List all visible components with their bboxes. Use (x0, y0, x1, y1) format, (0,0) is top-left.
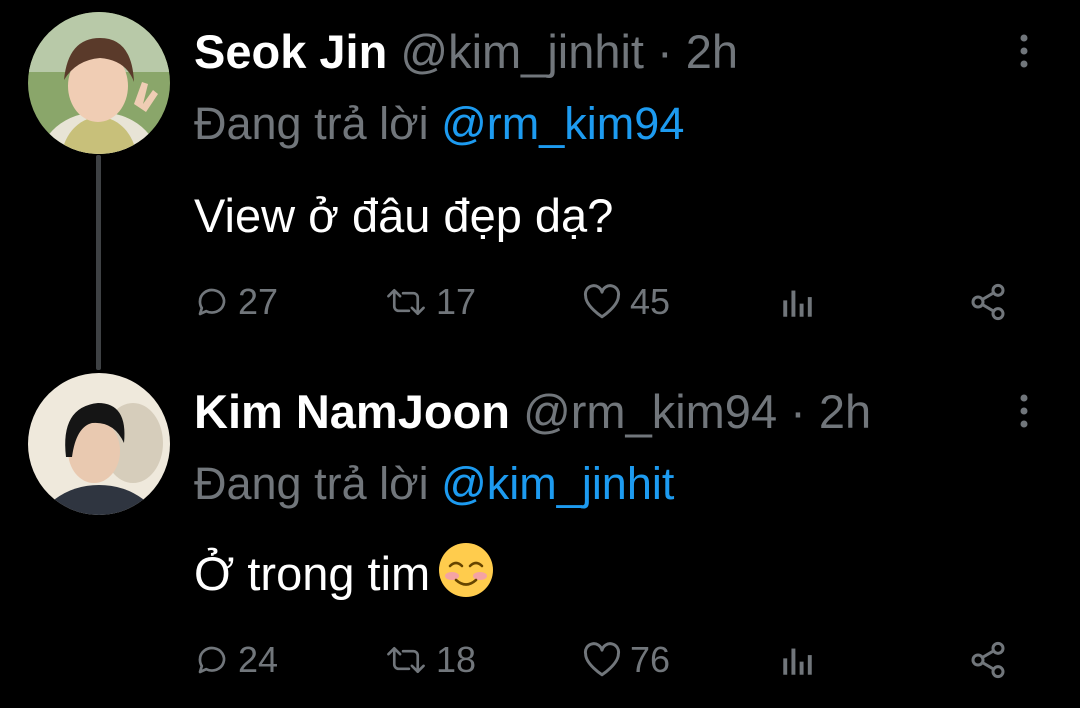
tweet-header: Kim NamJoon @rm_kim94 · 2h (194, 384, 1004, 440)
user-handle[interactable]: @kim_jinhit (400, 25, 644, 78)
display-name[interactable]: Seok Jin (194, 25, 387, 78)
like-icon (583, 642, 621, 677)
reply-icon (198, 288, 226, 316)
user-handle[interactable]: @rm_kim94 (523, 385, 777, 438)
views-button[interactable] (778, 278, 826, 326)
timestamp[interactable]: 2h (819, 385, 871, 438)
avatar[interactable] (28, 373, 170, 515)
views-icon (783, 290, 812, 317)
tweet-text-body: Ở trong tim (194, 547, 431, 600)
views-icon (783, 648, 812, 675)
mention-link[interactable]: @kim_jinhit (441, 458, 674, 509)
replying-to-label: Đang trả lời (194, 98, 429, 149)
like-button[interactable]: 76 (582, 636, 670, 684)
more-options-button[interactable] (1012, 32, 1036, 72)
like-button[interactable]: 45 (582, 278, 670, 326)
mention-link[interactable]: @rm_kim94 (441, 98, 684, 149)
views-button[interactable] (778, 636, 826, 684)
separator-dot: · (657, 25, 673, 78)
reply-button[interactable]: 24 (194, 636, 278, 684)
tweet-kim-namjoon[interactable]: Kim NamJoon @rm_kim94 · 2h Đang trả lời … (0, 360, 1080, 708)
timestamp[interactable]: 2h (686, 25, 738, 78)
more-options-button[interactable] (1012, 392, 1036, 432)
avatar[interactable] (28, 12, 170, 154)
share-icon (971, 641, 1005, 679)
tweet-header: Seok Jin @kim_jinhit · 2h (194, 24, 1004, 80)
replying-to-label: Đang trả lời (194, 458, 429, 509)
more-vertical-icon (1020, 34, 1028, 68)
replying-to: Đang trả lời @rm_kim94 (194, 96, 684, 152)
like-icon (583, 284, 621, 319)
action-bar: 24 18 76 (194, 636, 1024, 684)
retweet-button[interactable]: 18 (384, 636, 476, 684)
reply-icon (198, 646, 226, 674)
retweet-count: 18 (436, 639, 477, 680)
separator-dot: · (790, 385, 806, 438)
share-icon (971, 283, 1005, 321)
share-button[interactable] (968, 278, 1016, 326)
tweet-text-body: View ở đâu đẹp dạ? (194, 189, 614, 242)
retweet-icon (387, 288, 425, 316)
retweet-icon (387, 646, 425, 674)
reply-count: 24 (238, 639, 279, 680)
tweet-text: Ở trong tim (194, 540, 496, 614)
reply-count: 27 (238, 281, 279, 322)
more-vertical-icon (1020, 394, 1028, 428)
tweet-seok-jin[interactable]: Seok Jin @kim_jinhit · 2h Đang trả lời @… (0, 0, 1080, 360)
share-button[interactable] (968, 636, 1016, 684)
tweet-text: View ở đâu đẹp dạ? (194, 186, 613, 246)
like-count: 45 (630, 281, 671, 322)
action-bar: 27 17 45 (194, 278, 1024, 326)
replying-to: Đang trả lời @kim_jinhit (194, 456, 674, 512)
retweet-count: 17 (436, 281, 477, 322)
reply-button[interactable]: 27 (194, 278, 278, 326)
smiling-face-emoji (436, 540, 496, 614)
retweet-button[interactable]: 17 (384, 278, 476, 326)
display-name[interactable]: Kim NamJoon (194, 385, 510, 438)
like-count: 76 (630, 639, 671, 680)
